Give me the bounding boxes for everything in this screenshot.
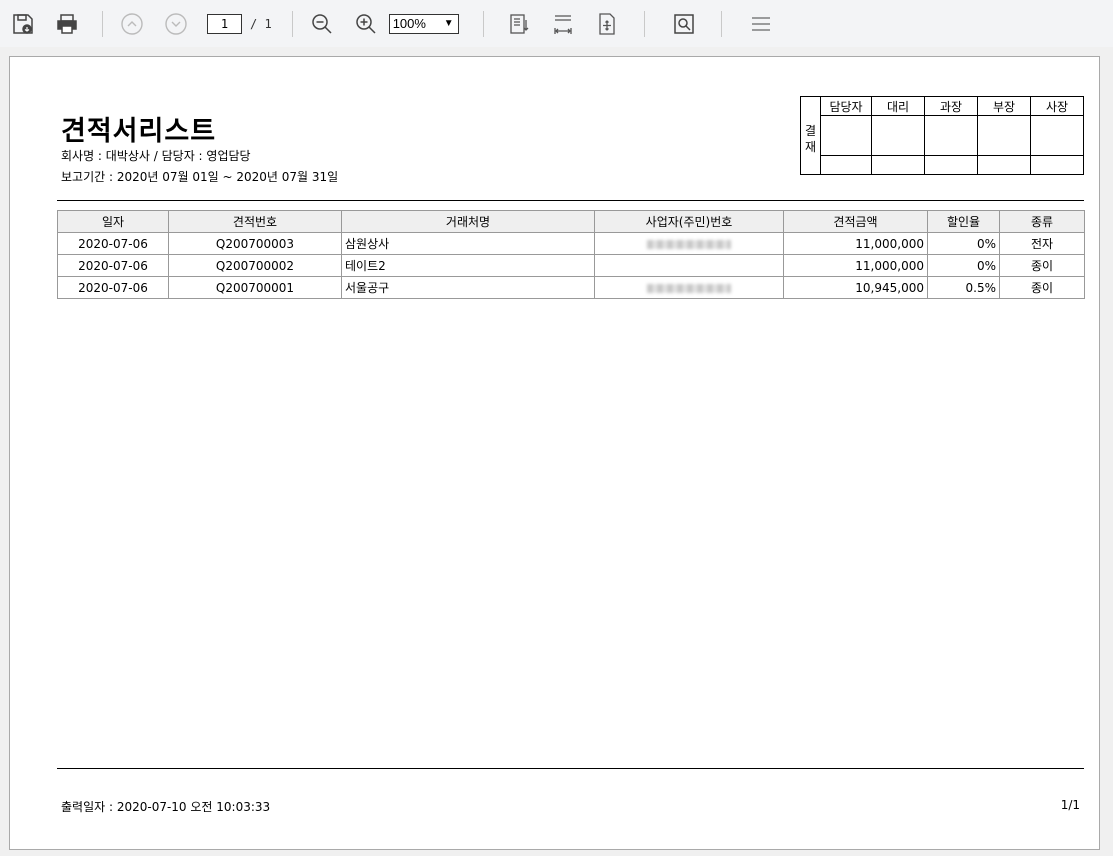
period-line: 보고기간 : 2020년 07월 01일 ~ 2020년 07월 31일 [61,170,339,184]
toolbar-separator [643,10,645,37]
page-total: / 1 [250,16,272,31]
approval-sign-cell [1030,115,1084,156]
quote-no-cell: Q200700002 [168,254,342,277]
print-icon[interactable] [54,11,80,37]
discount-cell: 0.5% [927,276,1000,299]
approval-side-label: 결재 [800,96,821,175]
zoom-out-icon[interactable] [309,11,335,37]
quote-no-cell: Q200700003 [168,232,342,255]
client-cell: 테이트2 [341,254,595,277]
discount-cell: 0% [927,254,1000,277]
approval-date-cell [1030,155,1084,175]
toolbar-separator [482,10,484,37]
page-number-input[interactable]: 1 [207,13,242,34]
amount-cell: 10,945,000 [783,276,928,299]
column-header: 사업자(주민)번호 [594,210,784,233]
approval-sign-cell [977,115,1031,156]
header-divider [57,200,1084,201]
amount-cell: 11,000,000 [783,232,928,255]
toolbar-separator [102,10,103,37]
discount-cell: 0% [927,232,1000,255]
kind-cell: 종이 [999,254,1085,277]
quote-no-cell: Q200700001 [168,276,342,299]
fit-width-icon[interactable] [550,11,576,37]
column-header: 견적번호 [168,210,342,233]
client-cell: 서울공구 [341,276,595,299]
chevron-down-icon: ▼ [443,18,454,29]
approval-date-cell [820,155,872,175]
approval-role: 과장 [924,96,978,116]
redacted-value [647,239,731,249]
approval-date-cell [977,155,1031,175]
next-page-icon[interactable] [163,11,189,37]
toolbar-separator [291,10,293,37]
date-cell: 2020-07-06 [57,276,169,299]
print-datetime: 출력일자 : 2020-07-10 오전 10:03:33 [61,800,271,814]
save-icon[interactable] [10,11,36,37]
approval-role: 담당자 [820,96,872,116]
report-page: 견적서리스트 회사명 : 대박상사 / 담당자 : 영업담당 보고기간 : 20… [9,56,1100,850]
business-no-cell [594,254,784,277]
table-row: 2020-07-06 Q200700002 테이트2 11,000,000 0%… [57,254,1085,277]
column-header: 일자 [57,210,169,233]
column-header: 견적금액 [783,210,928,233]
search-icon[interactable] [671,11,697,37]
quote-list-table: 일자 견적번호 거래처명 사업자(주민)번호 견적금액 할인율 종류 2020-… [57,210,1085,299]
client-cell: 삼원상사 [341,232,595,255]
approval-role: 대리 [871,96,925,116]
table-row: 2020-07-06 Q200700001 서울공구 10,945,000 0.… [57,276,1085,299]
approval-role: 부장 [977,96,1031,116]
date-cell: 2020-07-06 [57,254,169,277]
approval-sign-cell [820,115,872,156]
footer-divider [57,768,1084,769]
date-cell: 2020-07-06 [57,232,169,255]
company-line: 회사명 : 대박상사 / 담당자 : 영업담당 [61,149,251,163]
menu-icon[interactable] [748,11,774,37]
amount-cell: 11,000,000 [783,254,928,277]
redacted-value [647,283,731,293]
approval-sign-cell [924,115,978,156]
approval-date-cell [924,155,978,175]
zoom-value: 100% [392,16,426,31]
approval-box: 결재 담당자 대리 과장 부장 사장 [800,96,1084,175]
prev-page-icon[interactable] [119,11,145,37]
zoom-select[interactable]: 100% ▼ [388,13,459,34]
page-indicator: 1/1 [1060,798,1080,812]
toolbar-separator [720,10,722,37]
business-no-cell [594,276,784,299]
table-header-row: 일자 견적번호 거래처명 사업자(주민)번호 견적금액 할인율 종류 [57,210,1085,233]
viewer-toolbar: 1 / 1 100% ▼ [0,0,1113,47]
zoom-in-icon[interactable] [353,11,379,37]
table-row: 2020-07-06 Q200700003 삼원상사 11,000,000 0%… [57,232,1085,255]
approval-role: 사장 [1030,96,1084,116]
column-header: 종류 [999,210,1085,233]
fit-page-icon[interactable] [506,11,532,37]
column-header: 할인율 [927,210,1000,233]
approval-sign-cell [871,115,925,156]
kind-cell: 종이 [999,276,1085,299]
move-page-icon[interactable] [594,11,620,37]
report-title: 견적서리스트 [61,116,217,147]
column-header: 거래처명 [341,210,595,233]
kind-cell: 전자 [999,232,1085,255]
business-no-cell [594,232,784,255]
approval-date-cell [871,155,925,175]
